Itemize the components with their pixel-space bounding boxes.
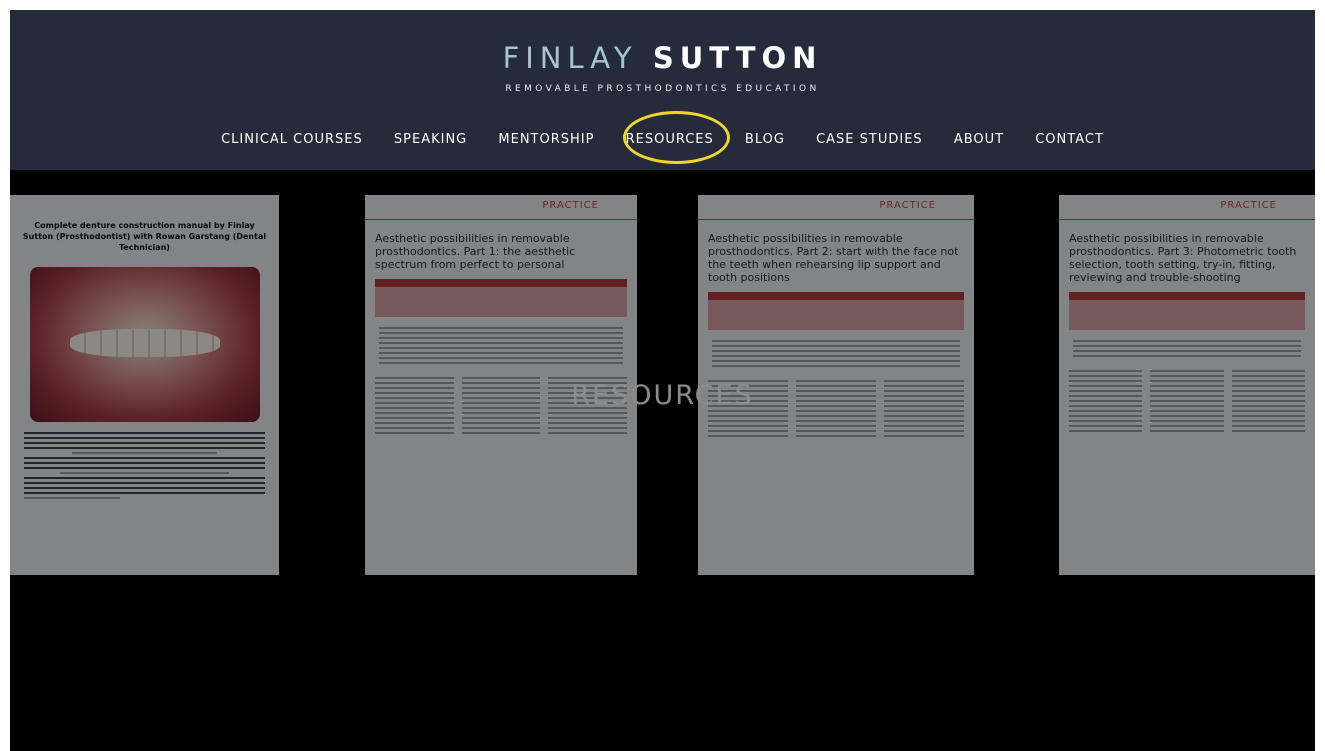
nav-contact[interactable]: CONTACT <box>1035 132 1104 147</box>
journal-header: PRACTICE <box>698 195 974 220</box>
practice-tag: PRACTICE <box>542 200 599 211</box>
journal-header: PRACTICE <box>1059 195 1315 220</box>
nav-blog[interactable]: BLOG <box>745 132 785 147</box>
site-header: FINLAY SUTTON REMOVABLE PROSTHODONTICS E… <box>10 10 1315 170</box>
journal-header: PRACTICE <box>365 195 637 220</box>
logo-last-name: SUTTON <box>652 41 823 75</box>
site-tagline: REMOVABLE PROSTHODONTICS EDUCATION <box>505 84 820 94</box>
document-body-text <box>712 340 960 367</box>
document-title: Aesthetic possibilities in removable pro… <box>375 232 576 271</box>
in-brief-box <box>375 279 627 317</box>
nav-clinical-courses[interactable]: CLINICAL COURSES <box>221 132 363 147</box>
document-body-text <box>379 327 623 364</box>
nav-mentorship[interactable]: MENTORSHIP <box>498 132 594 147</box>
document-body-text <box>24 432 265 499</box>
key-points-box <box>1069 292 1305 330</box>
nav-speaking[interactable]: SPEAKING <box>394 132 467 147</box>
document-title: Aesthetic possibilities in removable pro… <box>1069 232 1297 284</box>
nav-case-studies[interactable]: CASE STUDIES <box>816 132 923 147</box>
practice-tag: PRACTICE <box>1220 200 1277 211</box>
document-title: Aesthetic possibilities in removable pro… <box>708 232 959 284</box>
hero-title: RESOURCES <box>571 380 754 411</box>
nav-about[interactable]: ABOUT <box>954 132 1004 147</box>
in-brief-box <box>708 292 964 330</box>
logo-first-name: FINLAY <box>502 41 638 75</box>
document-body-text <box>1073 340 1301 357</box>
practice-tag: PRACTICE <box>879 200 936 211</box>
resources-highlight-circle <box>623 111 730 164</box>
site-logo[interactable]: FINLAY SUTTON <box>10 41 1315 75</box>
resources-gallery: Complete denture construction manual by … <box>10 170 1315 590</box>
document-title: Complete denture construction manual by … <box>22 221 267 252</box>
page-frame: FINLAY SUTTON REMOVABLE PROSTHODONTICS E… <box>10 10 1315 751</box>
